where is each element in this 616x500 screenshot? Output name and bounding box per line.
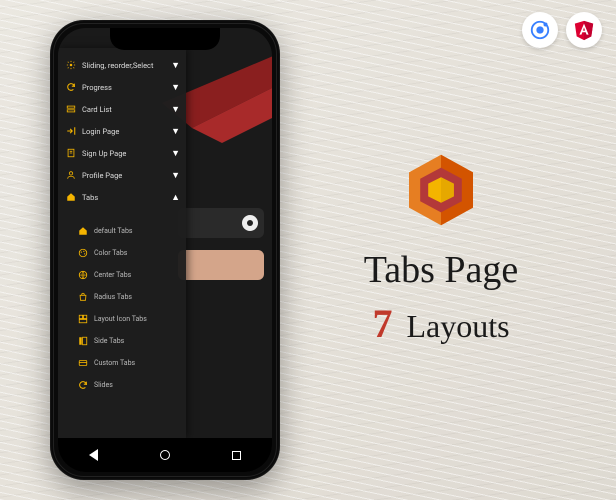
menu-item-login-page[interactable]: Login Page ▼	[58, 120, 186, 142]
chevron-down-icon: ▼	[171, 82, 180, 93]
promo-subtitle: 7 Layouts	[306, 300, 576, 347]
phone-frame: Sliding, reorder,Select▼Progress▼Card Li…	[50, 20, 280, 480]
angular-icon	[566, 12, 602, 48]
submenu-item-center-tabs[interactable]: Center Tabs	[58, 264, 186, 286]
menu-item-label: Sliding, reorder,Select	[82, 61, 153, 70]
password-field[interactable]	[178, 208, 264, 238]
submenu-item-custom-tabs[interactable]: Custom Tabs	[58, 352, 186, 374]
menu-item-label: Tabs	[82, 193, 98, 202]
refresh-icon	[66, 82, 76, 92]
chevron-down-icon: ▼	[171, 104, 180, 115]
side-icon	[78, 336, 88, 346]
submenu-item-label: Layout Icon Tabs	[94, 315, 147, 323]
promo-count: 7	[372, 301, 392, 346]
bag-icon	[78, 292, 88, 302]
submenu-item-color-tabs[interactable]: Color Tabs	[58, 242, 186, 264]
chevron-down-icon: ▼	[171, 60, 180, 71]
submenu-item-label: Side Tabs	[94, 337, 124, 345]
promo-block: Tabs Page 7 Layouts	[306, 150, 576, 347]
home-icon	[66, 192, 76, 202]
nav-home-icon[interactable]	[160, 450, 170, 460]
side-drawer: Sliding, reorder,Select▼Progress▼Card Li…	[58, 48, 186, 438]
phone-notch	[110, 28, 220, 50]
menu-item-card-list[interactable]: Card List ▼	[58, 98, 186, 120]
submenu-item-radius-tabs[interactable]: Radius Tabs	[58, 286, 186, 308]
submenu-item-label: Custom Tabs	[94, 359, 135, 367]
menu-item-label: Sign Up Page	[82, 149, 126, 158]
menu-item-label: Profile Page	[82, 171, 122, 180]
submenu-item-label: Radius Tabs	[94, 293, 132, 301]
submenu-item-label: Center Tabs	[94, 271, 131, 279]
menu-item-label: Progress	[82, 83, 112, 92]
chevron-down-icon: ▼	[171, 148, 180, 159]
submenu-item-layout-icon-tabs[interactable]: Layout Icon Tabs	[58, 308, 186, 330]
nav-recent-icon[interactable]	[232, 451, 241, 460]
layout-icon	[78, 314, 88, 324]
chevron-down-icon: ▼	[171, 170, 180, 181]
submenu-item-label: Color Tabs	[94, 249, 127, 257]
menu-item-sign-up-page[interactable]: Sign Up Page ▼	[58, 142, 186, 164]
chevron-down-icon: ▼	[171, 126, 180, 137]
globe-icon	[78, 270, 88, 280]
cardlist-icon	[66, 104, 76, 114]
ionic-icon	[522, 12, 558, 48]
profile-icon	[66, 170, 76, 180]
menu-item-sliding-reorder-select[interactable]: Sliding, reorder,Select ▼	[58, 54, 186, 76]
menu-item-label: Card List	[82, 105, 112, 114]
submenu-item-slides[interactable]: Slides	[58, 374, 186, 396]
eye-icon[interactable]	[242, 215, 258, 231]
login-button[interactable]	[178, 250, 264, 280]
home-icon	[78, 226, 88, 236]
palette-icon	[78, 248, 88, 258]
phone-screen: Sliding, reorder,Select▼Progress▼Card Li…	[58, 28, 272, 472]
menu-item-tabs[interactable]: Tabs ▲	[58, 186, 186, 208]
submenu-item-label: default Tabs	[94, 227, 133, 235]
refresh-icon	[78, 380, 88, 390]
menu-item-label: Login Page	[82, 127, 119, 136]
promo-title: Tabs Page	[306, 248, 576, 292]
login-icon	[66, 126, 76, 136]
submenu-item-default-tabs[interactable]: default Tabs	[58, 220, 186, 242]
signup-icon	[66, 148, 76, 158]
menu-item-profile-page[interactable]: Profile Page ▼	[58, 164, 186, 186]
submenu-item-label: Slides	[94, 381, 113, 389]
gear-icon	[66, 60, 76, 70]
hex-logo-icon	[401, 150, 481, 230]
menu-item-progress[interactable]: Progress ▼	[58, 76, 186, 98]
framework-badges	[522, 12, 602, 48]
submenu-item-side-tabs[interactable]: Side Tabs	[58, 330, 186, 352]
promo-subtitle-rest: Layouts	[398, 308, 509, 344]
chevron-up-icon: ▲	[171, 192, 180, 203]
nav-back-icon[interactable]	[89, 449, 98, 461]
android-nav-bar	[58, 438, 272, 472]
card-icon	[78, 358, 88, 368]
